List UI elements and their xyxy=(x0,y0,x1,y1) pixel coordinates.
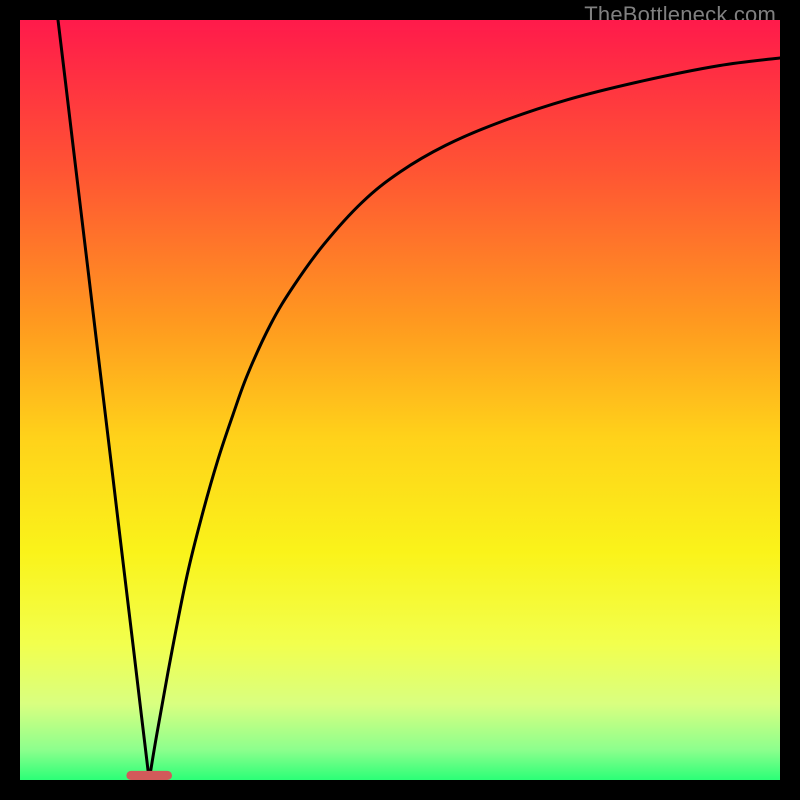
chart-frame xyxy=(20,20,780,780)
optimal-range-marker xyxy=(126,771,172,780)
chart-marker xyxy=(126,771,172,780)
bottleneck-chart xyxy=(20,20,780,780)
chart-background xyxy=(20,20,780,780)
